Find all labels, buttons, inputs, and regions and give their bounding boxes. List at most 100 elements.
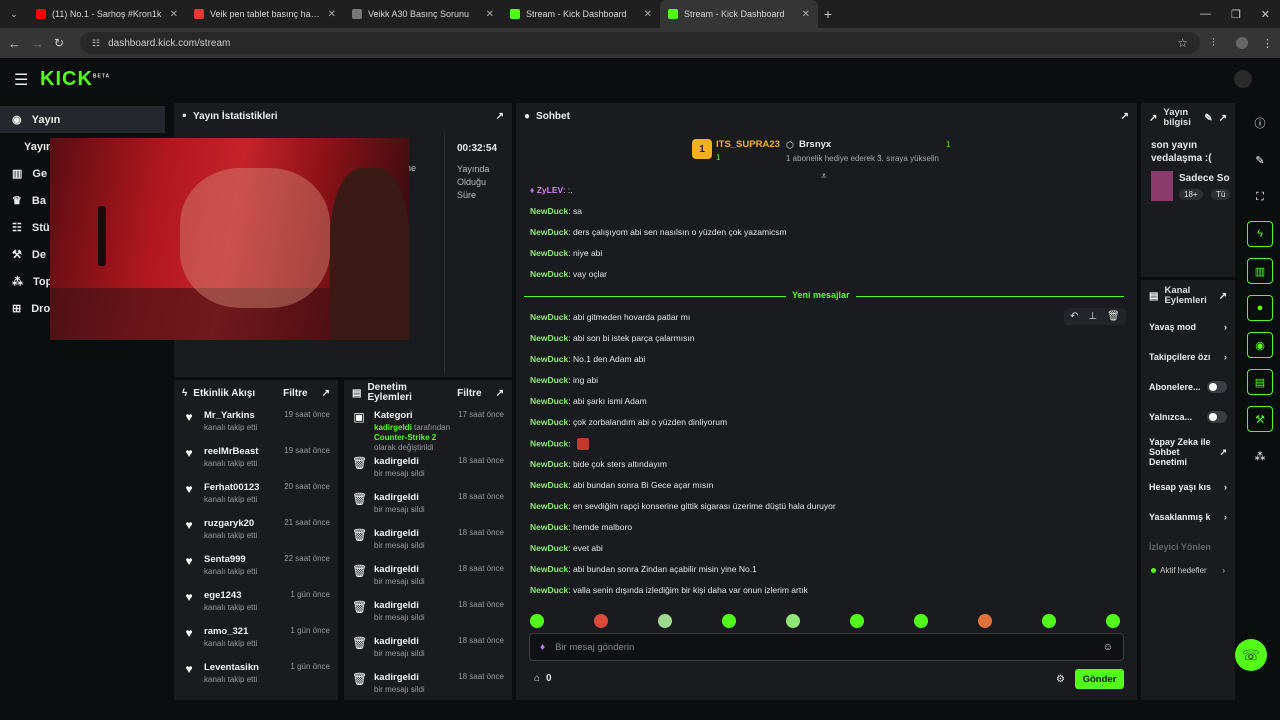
bookmark-star-icon[interactable]: ☆ bbox=[1177, 36, 1188, 50]
event-user[interactable]: ruzgaryk20 bbox=[204, 518, 276, 529]
event-user[interactable]: Ferhat00123 bbox=[204, 482, 276, 493]
channel-action-item[interactable]: Yapay Zeka ile Sohbet Denetimi ↗ bbox=[1141, 432, 1235, 472]
chat-username[interactable]: NewDuck bbox=[530, 248, 568, 258]
trash-icon[interactable]: 🗑 bbox=[1107, 311, 1120, 322]
reply-icon[interactable]: ↶ bbox=[1070, 311, 1078, 322]
chat-username[interactable]: NewDuck bbox=[530, 375, 568, 385]
browser-tab[interactable]: Veikk A30 Basınç Sorunu ✕ bbox=[344, 0, 502, 28]
send-button[interactable]: Gönder bbox=[1075, 669, 1124, 689]
channel-action-item[interactable]: Yavaş mod › bbox=[1141, 312, 1235, 342]
tab-close-icon[interactable]: ✕ bbox=[802, 9, 810, 20]
clipboard-icon[interactable]: ▥ bbox=[1247, 258, 1273, 284]
chat-username[interactable]: NewDuck bbox=[530, 480, 568, 490]
channel-action-item[interactable]: İzleyici Yönlendir bbox=[1141, 532, 1235, 562]
chat-message[interactable]: NewDuck: abi bundan sonra Bi Gece açar m… bbox=[530, 480, 713, 490]
mod-user[interactable]: kadirgeldi bbox=[374, 636, 450, 647]
pencil-icon[interactable]: ✎ bbox=[1247, 147, 1273, 173]
profile-avatar[interactable] bbox=[1236, 37, 1248, 49]
popout-icon[interactable]: ↗ bbox=[496, 111, 504, 122]
browser-tab[interactable]: (11) No.1 - Sarhoş #Kron1k ✕ bbox=[28, 0, 186, 28]
emote[interactable] bbox=[594, 614, 608, 628]
mod-user[interactable]: kadirgeldi bbox=[374, 492, 450, 503]
chat-username[interactable]: NewDuck bbox=[530, 354, 568, 364]
leader2-name[interactable]: Brsnyx bbox=[799, 139, 831, 150]
hamburger-menu-icon[interactable]: ☰ bbox=[14, 70, 28, 90]
stream-preview-video[interactable] bbox=[50, 138, 409, 340]
chat-message[interactable]: ♦ ZyLEV: :. bbox=[530, 185, 573, 195]
chat-message[interactable]: NewDuck: abi şarkı ismi Adam bbox=[530, 396, 647, 406]
chat-input-box[interactable]: ♦ Bir mesaj gönderin ☺ bbox=[529, 633, 1124, 661]
chat-username[interactable]: NewDuck bbox=[530, 417, 568, 427]
emote[interactable] bbox=[1042, 614, 1056, 628]
mod-user[interactable]: kadirgeldi bbox=[374, 564, 450, 575]
chat-username[interactable]: NewDuck bbox=[530, 269, 568, 279]
chat-icon[interactable]: ● bbox=[1247, 295, 1273, 321]
edit-icon[interactable]: ✎ bbox=[1204, 113, 1212, 124]
chat-username[interactable]: NewDuck bbox=[530, 543, 568, 553]
expand-icon[interactable]: ⛶ bbox=[1247, 184, 1273, 210]
chat-username[interactable]: NewDuck bbox=[530, 206, 568, 216]
moderation-filter[interactable]: Filtre bbox=[457, 388, 481, 399]
chat-message[interactable]: NewDuck: bide çok sters altındayım bbox=[530, 459, 667, 469]
back-icon[interactable]: ← bbox=[8, 36, 21, 51]
chat-username[interactable]: NewDuck bbox=[530, 501, 568, 511]
channel-action-item[interactable]: Yalnızca... bbox=[1141, 402, 1235, 432]
chat-username[interactable]: NewDuck bbox=[530, 564, 568, 574]
broadcast-icon[interactable]: ◉ bbox=[1247, 332, 1273, 358]
kick-logo[interactable]: KICKBETA bbox=[40, 68, 110, 91]
chat-username[interactable]: NewDuck bbox=[530, 333, 568, 343]
maximize-icon[interactable]: ❐ bbox=[1231, 8, 1241, 21]
extensions-icon[interactable]: ⫶ bbox=[1212, 37, 1215, 50]
close-window-icon[interactable]: ✕ bbox=[1261, 8, 1270, 21]
emote[interactable] bbox=[850, 614, 864, 628]
emoji-icon[interactable]: ☺ bbox=[1103, 642, 1113, 653]
bolt-icon[interactable]: ϟ bbox=[1247, 221, 1273, 247]
tab-close-icon[interactable]: ✕ bbox=[328, 9, 336, 20]
channel-points[interactable]: ⌂ 0 bbox=[534, 673, 552, 684]
chat-message[interactable]: NewDuck: niye abi bbox=[530, 248, 602, 258]
chat-settings-icon[interactable]: ⚙ bbox=[1056, 674, 1065, 685]
chat-username[interactable]: NewDuck bbox=[530, 227, 568, 237]
event-feed-filter[interactable]: Filtre bbox=[283, 388, 307, 399]
toggle-switch[interactable] bbox=[1206, 411, 1227, 423]
leader-name[interactable]: ITS_SUPRA23 bbox=[716, 139, 780, 150]
chat-message[interactable]: NewDuck: ing abi bbox=[530, 375, 598, 385]
popout-icon[interactable]: ↗ bbox=[1219, 113, 1227, 124]
emote[interactable] bbox=[1106, 614, 1120, 628]
emote[interactable] bbox=[530, 614, 544, 628]
popout-icon[interactable]: ↗ bbox=[496, 388, 504, 399]
chat-username[interactable]: NewDuck bbox=[530, 522, 568, 532]
chat-username[interactable]: NewDuck bbox=[530, 312, 568, 322]
emote[interactable] bbox=[658, 614, 672, 628]
chat-message[interactable]: NewDuck: çok zorbalandım abi o yüzden di… bbox=[530, 417, 727, 427]
event-user[interactable]: Leventasikn bbox=[204, 662, 282, 673]
browser-tab[interactable]: Stream - Kick Dashboard ✕ bbox=[660, 0, 818, 28]
event-user[interactable]: Mr_Yarkins bbox=[204, 410, 276, 421]
toggle-switch[interactable] bbox=[1206, 381, 1227, 393]
chat-username[interactable]: NewDuck bbox=[530, 438, 568, 448]
pin-chevron-icon[interactable]: ⩡ bbox=[821, 171, 827, 182]
mod-user[interactable]: kadirgeldi bbox=[374, 456, 450, 467]
minimize-icon[interactable]: — bbox=[1200, 8, 1211, 21]
chat-message[interactable]: NewDuck: hemde malboro bbox=[530, 522, 632, 532]
emote[interactable] bbox=[914, 614, 928, 628]
chat-message[interactable]: NewDuck: en sevdiğim rapçi konserine git… bbox=[530, 501, 836, 511]
channel-action-item[interactable]: Yasaklanmış k › bbox=[1141, 502, 1235, 532]
mod-user[interactable]: kadirgeldi bbox=[374, 672, 450, 683]
chat-username[interactable]: NewDuck bbox=[530, 459, 568, 469]
tab-close-icon[interactable]: ✕ bbox=[486, 9, 494, 20]
browser-tab[interactable]: Stream - Kick Dashboard ✕ bbox=[502, 0, 660, 28]
chat-message[interactable]: NewDuck: abi son bi istek parça çalarmıs… bbox=[530, 333, 694, 343]
tab-close-icon[interactable]: ✕ bbox=[170, 9, 178, 20]
mod-user[interactable]: kadirgeldi bbox=[374, 600, 450, 611]
site-info-icon[interactable]: ☷ bbox=[92, 38, 100, 49]
event-user[interactable]: reelMrBeast bbox=[204, 446, 276, 457]
support-chat-button[interactable]: ☏ bbox=[1235, 639, 1267, 671]
chat-username[interactable]: NewDuck bbox=[530, 585, 568, 595]
event-user[interactable]: ramo_321 bbox=[204, 626, 282, 637]
chat-input[interactable]: Bir mesaj gönderin bbox=[555, 642, 1093, 653]
chat-message[interactable]: NewDuck: sa bbox=[530, 206, 582, 216]
emote[interactable] bbox=[978, 614, 992, 628]
url-field[interactable]: ☷ dashboard.kick.com/stream ☆ bbox=[80, 32, 1200, 54]
chat-username[interactable]: ZyLEV bbox=[537, 185, 563, 195]
